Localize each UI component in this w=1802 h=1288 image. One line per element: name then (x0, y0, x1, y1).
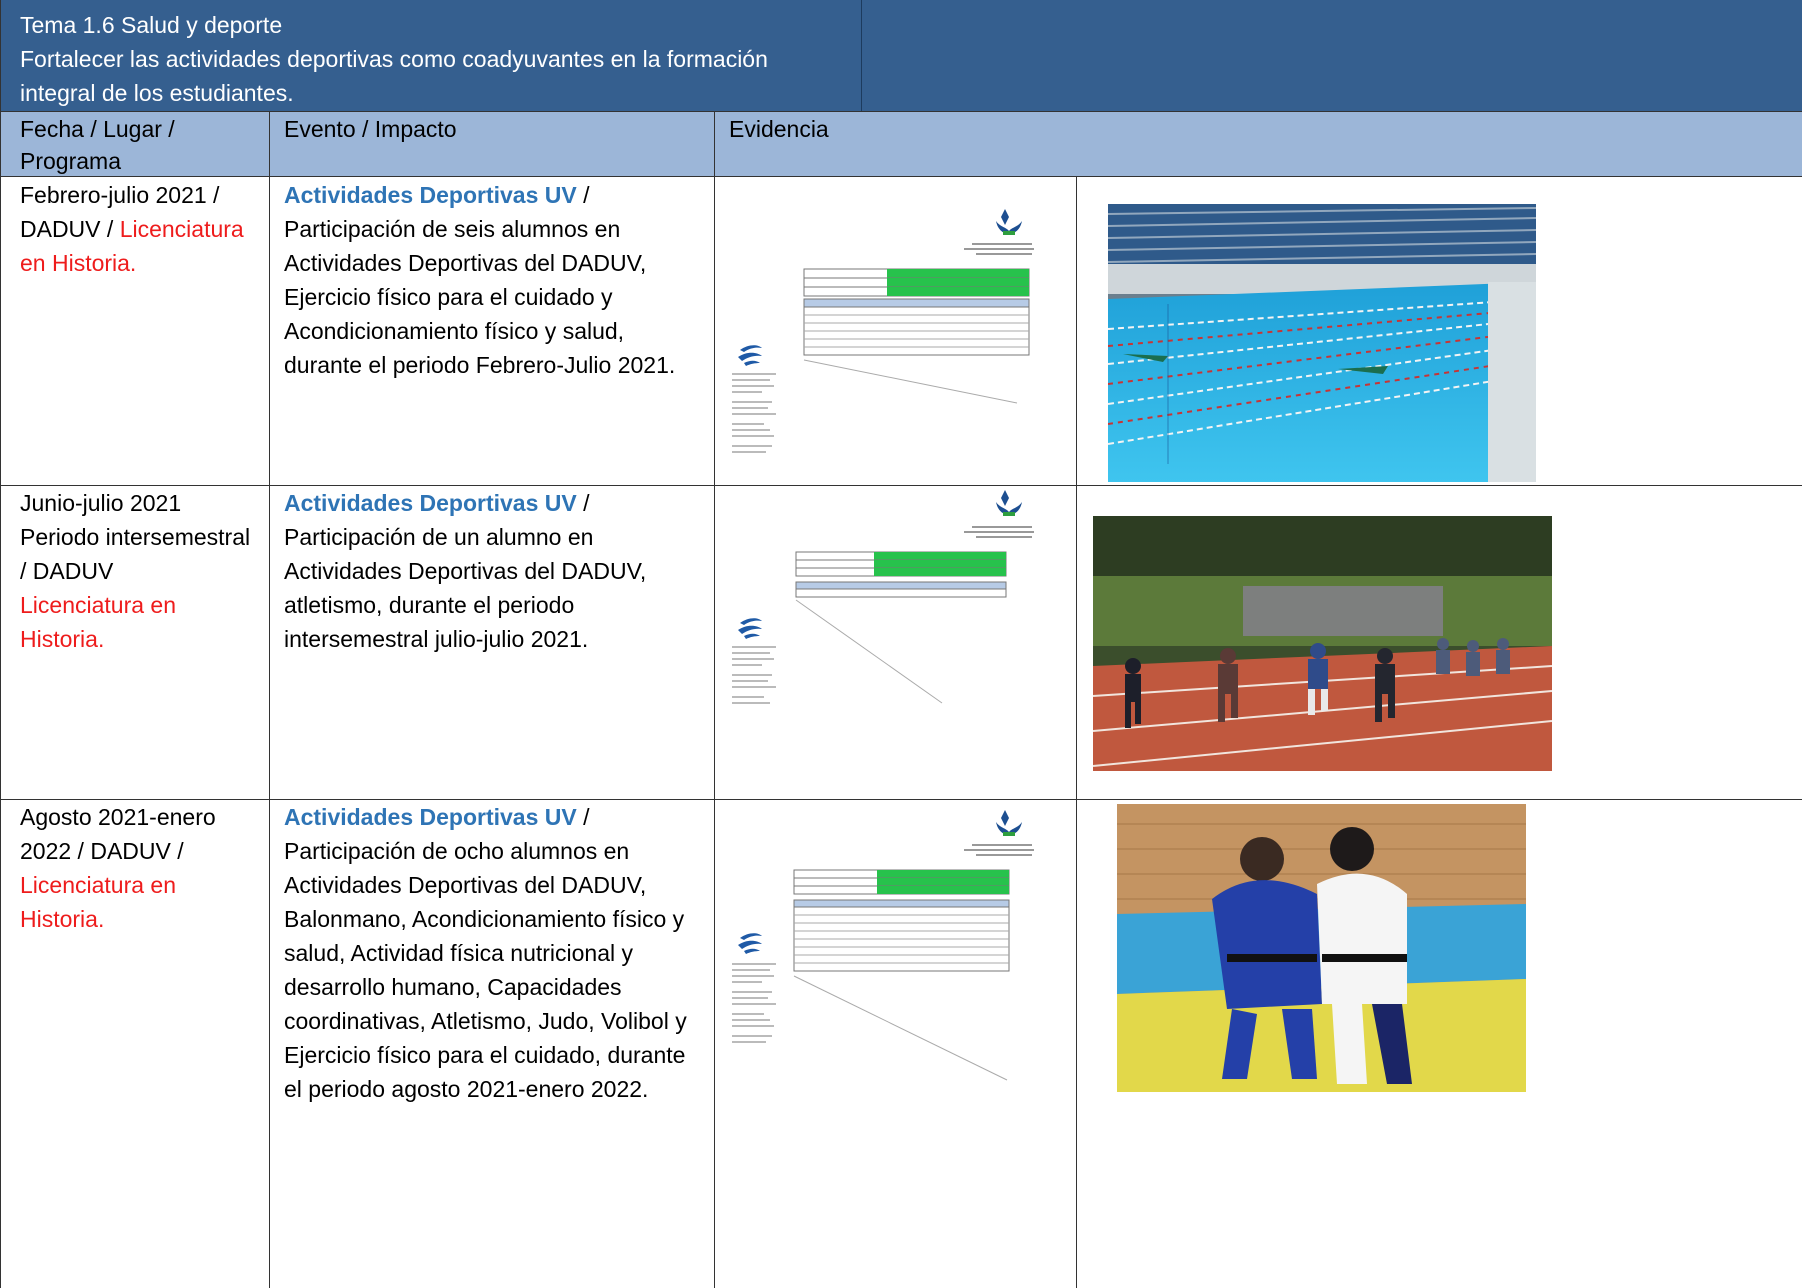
row3-program-part1: Licenciatura en (20, 872, 176, 898)
row2-event-sep: / (576, 490, 590, 516)
row3-event-line: salud, Actividad física nutricional y (284, 940, 634, 966)
grid-line (0, 111, 1802, 112)
row2-date-line2: Periodo intersemestral (20, 524, 251, 550)
row1-event-line: Acondicionamiento físico y salud, (284, 318, 625, 344)
row3-event-line: coordinativas, Atletismo, Judo, Volibol … (284, 1008, 687, 1034)
row1-event-line: durante el periodo Febrero-Julio 2021. (284, 352, 676, 378)
grid-line (0, 176, 1802, 177)
row1-event-line: Participación de seis alumnos en (284, 216, 621, 242)
row3-program-part2: Historia. (20, 906, 105, 932)
row1-event: Actividades Deportivas UV / Participació… (284, 178, 714, 382)
grid-line (1076, 176, 1077, 1288)
grid-line (0, 485, 1802, 486)
row2-event: Actividades Deportivas UV / Participació… (284, 486, 714, 656)
row2-program-part2: Historia. (20, 626, 105, 652)
swimming-pool-photo (1108, 204, 1536, 482)
grid-line (269, 111, 270, 1288)
row1-event-title[interactable]: Actividades Deportivas UV (284, 182, 577, 208)
row3-date-line2: 2022 / DADUV / (20, 838, 184, 864)
row3-event-sep: / (576, 804, 590, 830)
row3-event-line: Participación de ocho alumnos en (284, 838, 630, 864)
column-header-row (0, 111, 1802, 176)
row1-program-part1: Licenciatura (119, 216, 244, 242)
row1-evidence-document (722, 195, 1052, 475)
row3-event-line: Balonmano, Acondicionamiento físico y (284, 906, 685, 932)
col-header-evidence: Evidencia (729, 116, 829, 142)
daduv-logo-icon (738, 618, 762, 639)
row1-program-part2: en Historia. (20, 250, 137, 276)
row3-date: Agosto 2021-enero 2022 / DADUV / Licenci… (20, 800, 265, 936)
grid-line (0, 799, 1802, 800)
row2-event-title[interactable]: Actividades Deportivas UV (284, 490, 577, 516)
evidence-doc-graphic (732, 490, 1034, 704)
row3-evidence-document (722, 808, 1052, 1093)
document-page: Tema 1.6 Salud y deporte Fortalecer las … (0, 0, 1802, 1288)
row1-event-line: Actividades Deportivas del DADUV, (284, 250, 647, 276)
row3-event-title[interactable]: Actividades Deportivas UV (284, 804, 577, 830)
daduv-logo-icon (738, 933, 762, 954)
row2-event-line: atletismo, durante el periodo (284, 592, 575, 618)
row2-program-part1: Licenciatura en (20, 592, 176, 618)
uv-logo-icon (996, 810, 1022, 836)
row3-event-line: el periodo agosto 2021-enero 2022. (284, 1076, 649, 1102)
evidence-doc-graphic (732, 810, 1034, 1081)
evidence-doc-graphic (732, 209, 1034, 453)
topic-objective-line1: Fortalecer las actividades deportivas co… (20, 46, 768, 72)
row1-event-sep: / (576, 182, 590, 208)
col-header-date-line2: Programa (20, 148, 121, 174)
row2-event-line: Actividades Deportivas del DADUV, (284, 558, 647, 584)
row3-event-line: Ejercicio físico para el cuidado, durant… (284, 1042, 686, 1068)
row2-date-line3: / DADUV (20, 558, 114, 584)
row3-date-line1: Agosto 2021-enero (20, 804, 216, 830)
row1-event-line: Ejercicio físico para el cuidado y (284, 284, 613, 310)
row1-date: Febrero-julio 2021 / DADUV / Licenciatur… (20, 178, 260, 280)
topic-title: Tema 1.6 Salud y deporte (20, 12, 283, 38)
uv-logo-icon (996, 490, 1022, 516)
row3-event-line: Actividades Deportivas del DADUV, (284, 872, 647, 898)
grid-line (0, 0, 1, 1288)
uv-logo-icon (996, 209, 1022, 235)
judo-photo (1117, 804, 1526, 1092)
row2-date-line1: Junio-julio 2021 (20, 490, 182, 516)
topic-objective-line2: integral de los estudiantes. (20, 80, 294, 106)
topic-header-right (862, 0, 1802, 111)
col-header-date-line1: Fecha / Lugar / (20, 116, 175, 142)
grid-line (714, 111, 715, 1288)
row2-evidence-document (722, 488, 1052, 748)
daduv-logo-icon (738, 345, 762, 366)
running-track-photo (1093, 516, 1552, 771)
row2-event-line: Participación de un alumno en (284, 524, 594, 550)
row1-date-line2: DADUV / (20, 216, 120, 242)
row1-date-line1: Febrero-julio 2021 / (20, 182, 220, 208)
row3-event-line: desarrollo humano, Capacidades (284, 974, 622, 1000)
row3-event: Actividades Deportivas UV / Participació… (284, 800, 714, 1106)
row2-event-line: intersemestral julio-julio 2021. (284, 626, 589, 652)
col-header-event: Evento / Impacto (284, 116, 457, 142)
row2-date: Junio-julio 2021 Periodo intersemestral … (20, 486, 265, 656)
